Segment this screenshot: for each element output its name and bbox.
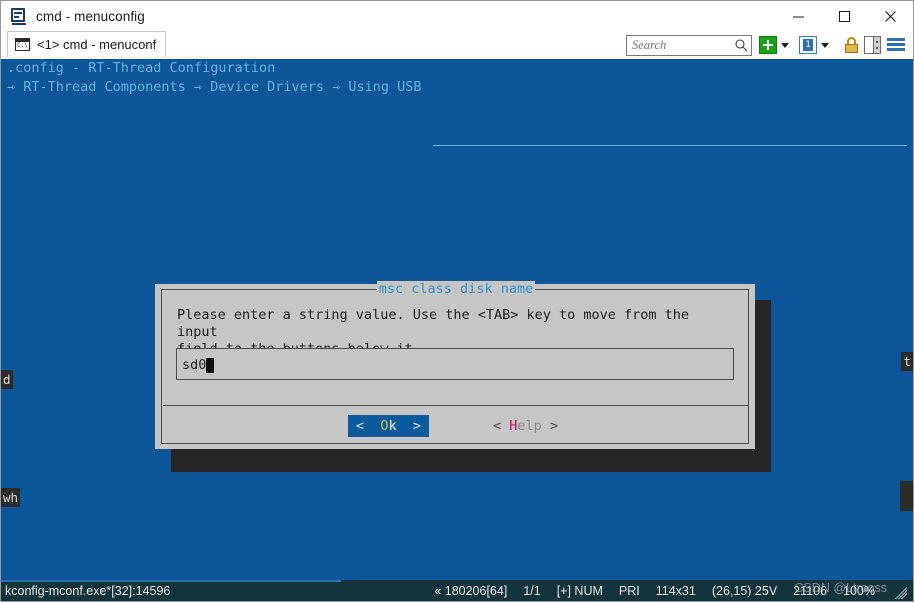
config-title: .config - RT-Thread Configuration: [7, 60, 276, 76]
status-item-size: 114x31: [655, 584, 696, 598]
status-process: kconfig-mconf.exe*[32]:14596: [5, 584, 171, 598]
status-item-pages: 1/1: [523, 584, 541, 598]
hamburger-menu-icon[interactable]: [887, 38, 905, 52]
help-right-angle: >: [549, 418, 559, 434]
status-accent-line: [1, 580, 341, 582]
string-value-input[interactable]: sd0: [176, 348, 734, 380]
status-bar: kconfig-mconf.exe*[32]:14596 « 180206[64…: [1, 580, 913, 601]
pane-control[interactable]: 1: [799, 36, 835, 54]
pane-1-icon[interactable]: 1: [799, 36, 817, 54]
chevron-down-icon[interactable]: [821, 42, 829, 48]
watermark: CSDN @Ltrooss: [794, 581, 887, 595]
edge-fragment-right-block: [900, 481, 913, 511]
header-rule: [433, 145, 907, 146]
dialog-separator: [163, 405, 749, 406]
console-window: cmd - menuconfig C:\_ <1> cmd - menuconf: [0, 0, 914, 602]
title-bar: cmd - menuconfig: [1, 1, 913, 31]
terminal-area[interactable]: .config - RT-Thread Configuration ⇾ RT-T…: [1, 59, 913, 580]
ok-button[interactable]: < Ok >: [347, 415, 429, 437]
dialog-title-row: msc class disk name: [162, 281, 750, 297]
console-window-icon: [11, 8, 27, 25]
dialog-title: msc class disk name: [376, 281, 536, 297]
help-label-rest: elp: [517, 418, 542, 434]
lock-icon[interactable]: [844, 36, 859, 54]
search-input[interactable]: [632, 37, 732, 53]
ok-label-rest: k: [388, 418, 397, 434]
input-value: sd0: [182, 357, 207, 373]
toolbar: 1: [626, 33, 909, 57]
text-cursor: [206, 357, 215, 373]
window-title: cmd - menuconfig: [36, 8, 145, 24]
search-icon[interactable]: [734, 38, 748, 52]
pane-number-label: 1: [803, 39, 813, 51]
minimize-button[interactable]: [775, 1, 821, 31]
resize-grip-icon[interactable]: [891, 583, 907, 599]
status-item-build: « 180206[64]: [434, 584, 508, 598]
title-rule-left: [170, 288, 370, 290]
dialog-buttons: < Ok > < Help >: [162, 414, 750, 438]
input-value-row: sd0: [182, 357, 215, 373]
menuconfig-header: .config - RT-Thread Configuration ⇾ RT-T…: [7, 59, 422, 97]
string-input-dialog: msc class disk name Please enter a strin…: [155, 281, 755, 449]
dialog-message-line-1: Please enter a string value. Use the <TA…: [177, 307, 690, 340]
ok-left-angle: <: [355, 418, 365, 434]
cmd-icon: C:\_: [15, 38, 32, 51]
ok-right-angle: >: [412, 418, 421, 434]
new-tab-control[interactable]: [759, 36, 795, 54]
edge-fragment-right-upper: t: [901, 352, 913, 371]
window-controls: [775, 1, 913, 31]
status-item-cursor: (26,15) 25V: [711, 584, 778, 598]
dialog-frame: msc class disk name Please enter a strin…: [161, 281, 750, 444]
tab-cmd-menuconf[interactable]: C:\_ <1> cmd - menuconf: [7, 31, 167, 57]
chevron-down-icon[interactable]: [781, 42, 789, 48]
edge-fragment-left-upper: d: [1, 370, 13, 389]
title-rule-right: [542, 288, 742, 290]
tab-label: <1> cmd - menuconf: [37, 37, 157, 52]
maximize-button[interactable]: [821, 1, 867, 31]
breadcrumb: ⇾ RT-Thread Components ⇾ Device Drivers …: [7, 79, 422, 95]
green-plus-icon[interactable]: [759, 36, 777, 54]
search-box[interactable]: [626, 34, 752, 56]
split-pane-icon[interactable]: [864, 36, 881, 54]
status-item-pri: PRI: [618, 584, 640, 598]
help-button[interactable]: < Help >: [487, 415, 564, 437]
close-button[interactable]: [867, 1, 913, 31]
status-item-num: [+] NUM: [556, 584, 603, 598]
tab-bar: C:\_ <1> cmd - menuconf 1: [1, 31, 913, 59]
help-left-angle: <: [493, 418, 502, 434]
cmd-icon-glyph: C:\_: [17, 42, 32, 49]
edge-fragment-left-lower: wh: [1, 488, 21, 507]
